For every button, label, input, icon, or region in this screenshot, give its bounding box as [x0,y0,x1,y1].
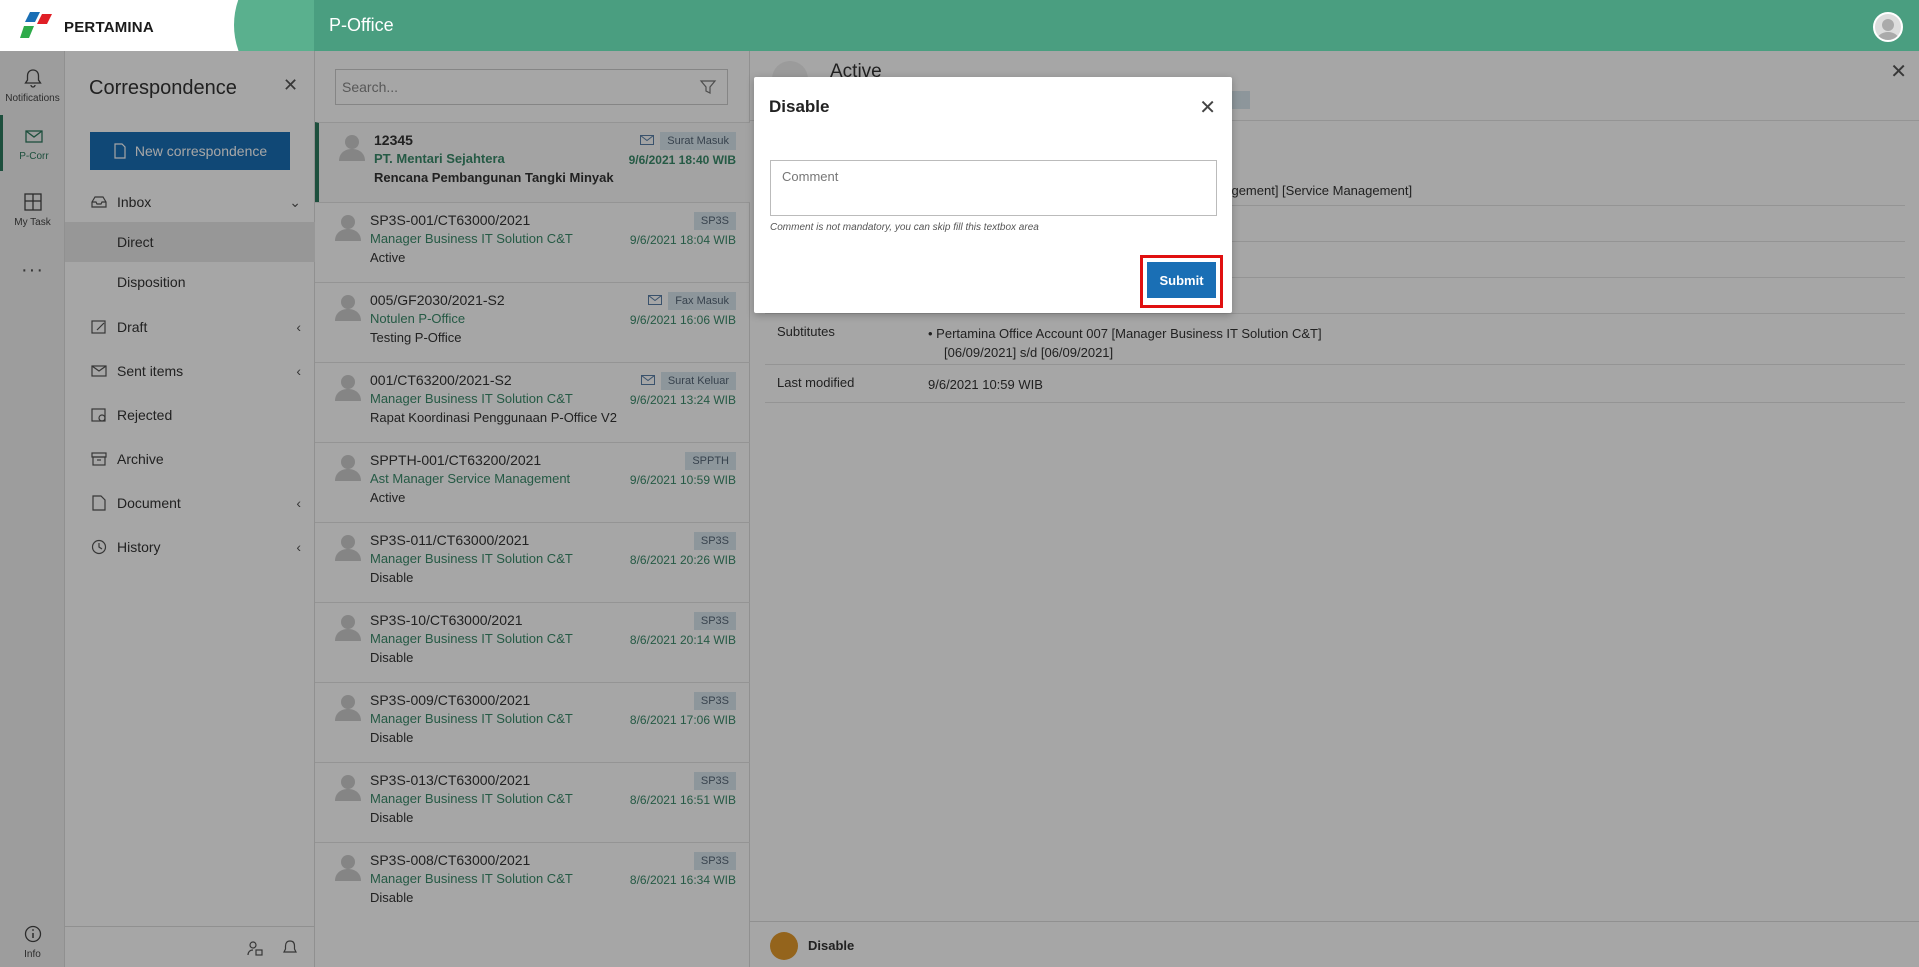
logo-text: PERTAMINA [64,19,154,36]
logo-area: PERTAMINA [0,0,314,51]
close-icon[interactable]: ✕ [1199,95,1216,120]
comment-hint: Comment is not mandatory, you can skip f… [770,222,1039,233]
comment-field[interactable] [770,160,1217,216]
submit-button[interactable]: Submit [1147,262,1216,298]
pertamina-logo-icon [20,12,52,38]
dialog-title: Disable [769,97,830,116]
disable-dialog: Disable ✕ Comment is not mandatory, you … [754,77,1232,313]
user-avatar[interactable] [1873,12,1903,42]
app-title: P-Office [329,15,394,35]
logo-decoration [234,0,314,51]
submit-highlight: Submit [1140,255,1223,308]
top-bar: PERTAMINA P-Office [0,0,1919,51]
